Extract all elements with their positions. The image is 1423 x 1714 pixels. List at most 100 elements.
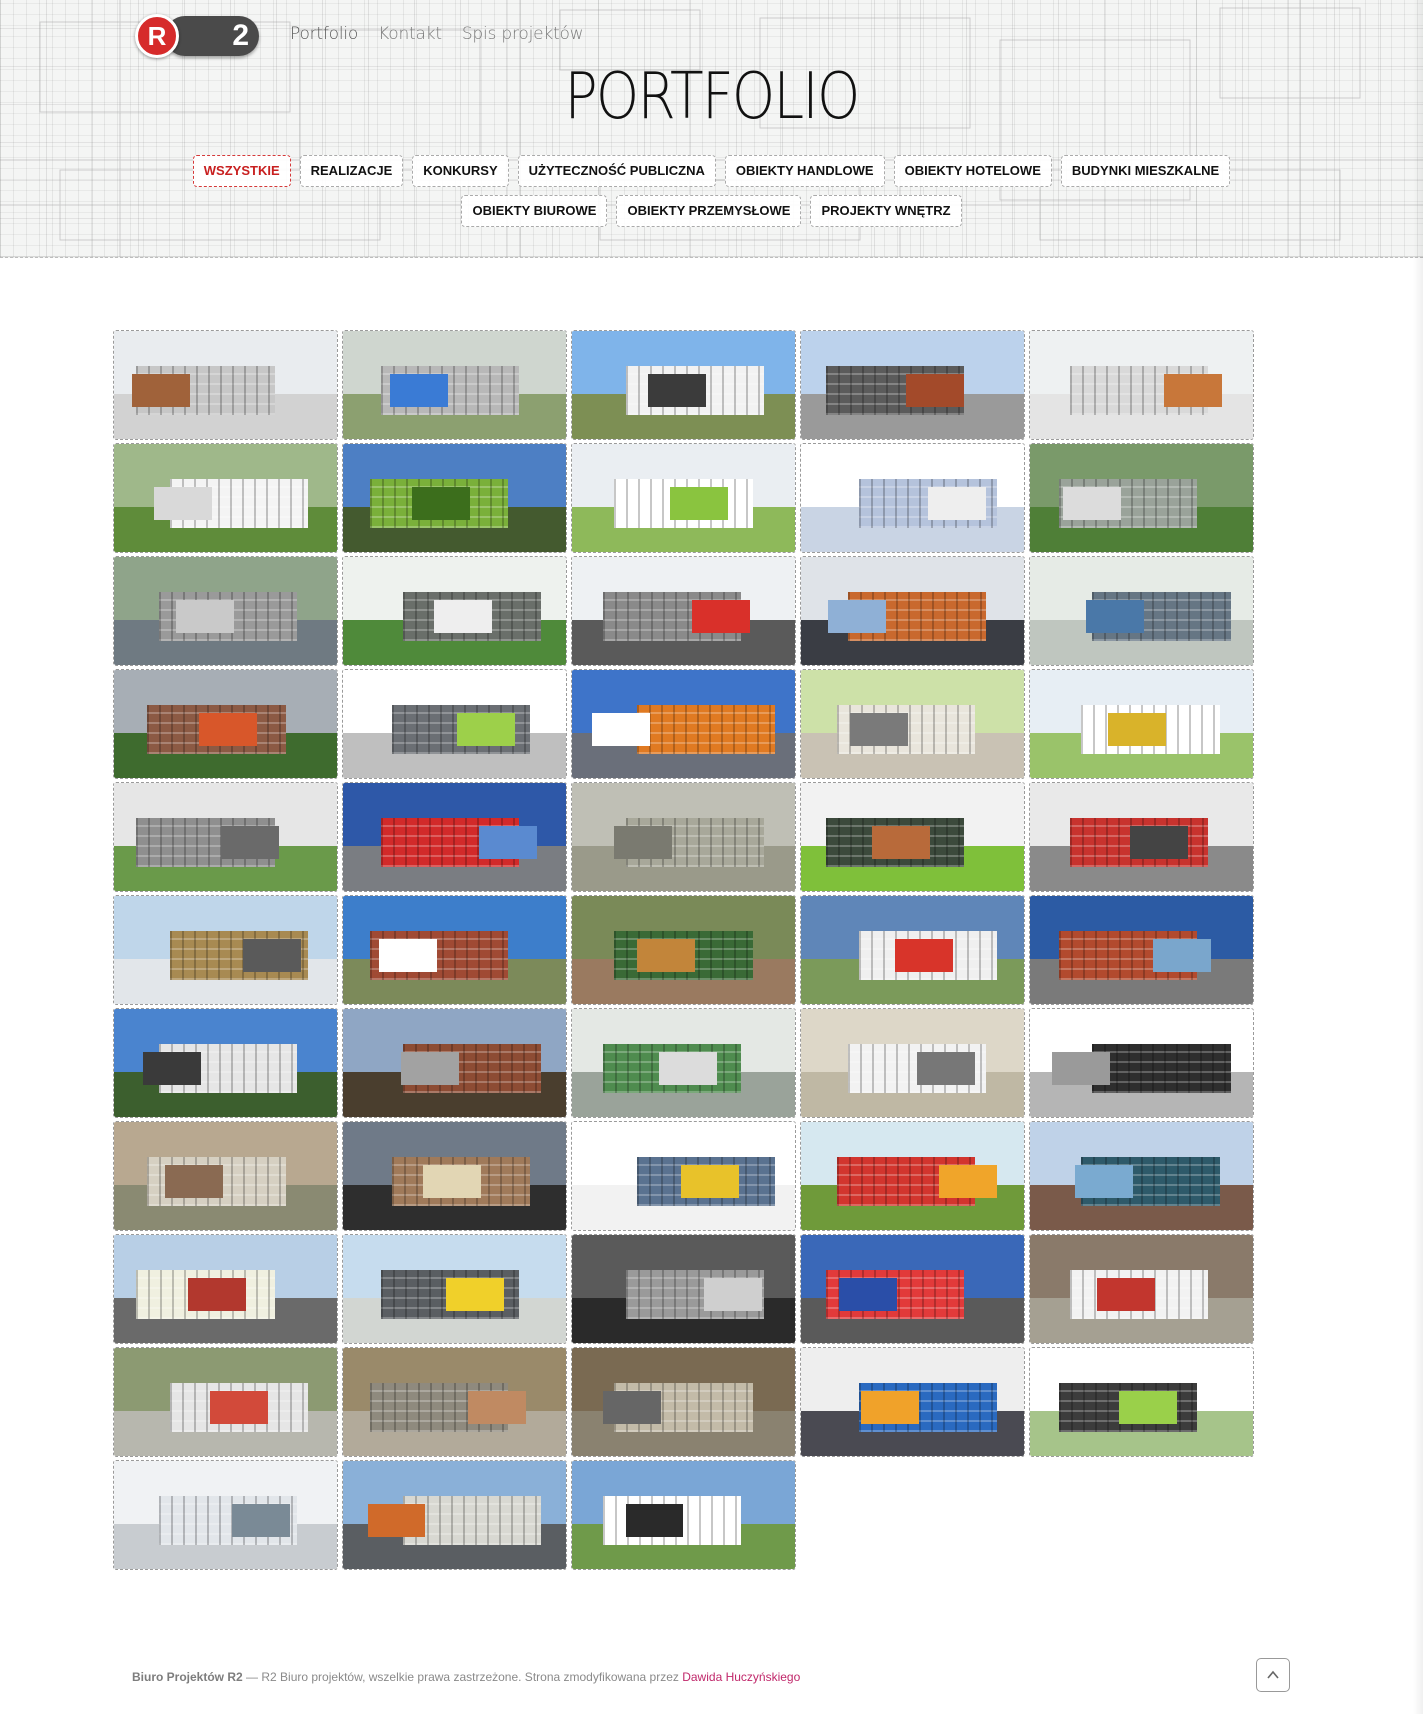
portfolio-thumbnail[interactable] [113, 1234, 338, 1344]
portfolio-thumbnail[interactable] [113, 1347, 338, 1457]
portfolio-thumbnail[interactable] [800, 1347, 1025, 1457]
thumbnail-accent [1108, 713, 1167, 746]
site-logo[interactable]: 2 R [135, 14, 259, 58]
filter-obiekty-biurowe[interactable]: OBIEKTY BIUROWE [461, 195, 608, 227]
thumbnail-accent [412, 487, 471, 520]
filter-wszystkie[interactable]: WSZYSTKIE [192, 155, 291, 187]
thumbnail-accent [592, 713, 651, 746]
filter-budynki-mieszkalne[interactable]: BUDYNKI MIESZKALNE [1060, 155, 1231, 187]
thumbnail-accent [894, 939, 953, 972]
portfolio-thumbnail[interactable] [113, 330, 338, 440]
thumbnail-accent [445, 1278, 504, 1311]
portfolio-thumbnail[interactable] [1029, 443, 1254, 553]
nav-link-spis-projektow[interactable]: Spis projektów [462, 24, 584, 44]
thumbnail-accent [176, 600, 235, 633]
filter-realizacje[interactable]: REALIZACJE [299, 155, 404, 187]
footer: Biuro Projektów R2 — R2 Biuro projektów,… [132, 1670, 800, 1684]
portfolio-thumbnail[interactable] [342, 669, 567, 779]
portfolio-thumbnail[interactable] [571, 1121, 796, 1231]
chevron-up-icon [1267, 1670, 1279, 1679]
portfolio-thumbnail[interactable] [113, 556, 338, 666]
portfolio-thumbnail[interactable] [571, 895, 796, 1005]
thumbnail-accent [423, 1165, 482, 1198]
portfolio-thumbnail[interactable] [342, 1460, 567, 1570]
filter-obiekty-przemyslowe[interactable]: OBIEKTY PRZEMYSŁOWE [616, 195, 802, 227]
portfolio-thumbnail[interactable] [342, 443, 567, 553]
portfolio-thumbnail[interactable] [1029, 1121, 1254, 1231]
portfolio-thumbnail[interactable] [342, 895, 567, 1005]
footer-copyright: R2 Biuro projektów, wszelkie prawa zastr… [261, 1670, 683, 1684]
category-filters: WSZYSTKIE REALIZACJE KONKURSY UŻYTECZNOŚ… [130, 155, 1293, 227]
portfolio-thumbnail[interactable] [571, 556, 796, 666]
thumbnail-accent [142, 1052, 201, 1085]
portfolio-thumbnail[interactable] [113, 1008, 338, 1118]
portfolio-thumbnail[interactable] [1029, 330, 1254, 440]
filter-konkursy[interactable]: KONKURSY [412, 155, 509, 187]
portfolio-thumbnail[interactable] [571, 1008, 796, 1118]
portfolio-thumbnail[interactable] [113, 1121, 338, 1231]
thumbnail-accent [603, 1391, 662, 1424]
nav-link-portfolio[interactable]: Portfolio [290, 24, 358, 44]
filter-projekty-wnetrz[interactable]: PROJEKTY WNĘTRZ [810, 195, 962, 227]
thumbnail-accent [187, 1278, 246, 1311]
portfolio-thumbnail[interactable] [571, 669, 796, 779]
portfolio-thumbnail[interactable] [571, 1234, 796, 1344]
portfolio-thumbnail[interactable] [342, 556, 567, 666]
portfolio-thumbnail[interactable] [113, 1460, 338, 1570]
thumbnail-accent [827, 600, 886, 633]
portfolio-thumbnail[interactable] [342, 330, 567, 440]
portfolio-thumbnail[interactable] [113, 443, 338, 553]
thumbnail-accent [861, 1391, 920, 1424]
portfolio-thumbnail[interactable] [800, 895, 1025, 1005]
portfolio-thumbnail[interactable] [571, 330, 796, 440]
thumbnail-accent [221, 826, 279, 859]
portfolio-thumbnail[interactable] [1029, 669, 1254, 779]
page-title: PORTFOLIO [564, 60, 860, 134]
thumbnail-building [636, 704, 776, 755]
portfolio-thumbnail[interactable] [800, 1008, 1025, 1118]
portfolio-thumbnail[interactable] [342, 1008, 567, 1118]
portfolio-thumbnail[interactable] [1029, 1008, 1254, 1118]
thumbnail-accent [1052, 1052, 1111, 1085]
portfolio-thumbnail[interactable] [1029, 556, 1254, 666]
portfolio-thumbnail[interactable] [800, 330, 1025, 440]
thumbnail-accent [232, 1504, 291, 1537]
portfolio-thumbnail[interactable] [571, 782, 796, 892]
portfolio-thumbnail[interactable] [342, 1234, 567, 1344]
thumbnail-accent [928, 487, 987, 520]
portfolio-thumbnail[interactable] [1029, 1234, 1254, 1344]
thumbnail-accent [1063, 487, 1122, 520]
thumbnail-accent [681, 1165, 740, 1198]
portfolio-thumbnail[interactable] [113, 669, 338, 779]
portfolio-thumbnail[interactable] [571, 443, 796, 553]
filter-obiekty-handlowe[interactable]: OBIEKTY HANDLOWE [724, 155, 885, 187]
footer-brand[interactable]: Biuro Projektów R2 [132, 1670, 243, 1684]
filter-obiekty-hotelowe[interactable]: OBIEKTY HOTELOWE [893, 155, 1052, 187]
portfolio-thumbnail[interactable] [342, 782, 567, 892]
nav-link-kontakt[interactable]: Kontakt [378, 24, 442, 44]
portfolio-thumbnail[interactable] [342, 1347, 567, 1457]
portfolio-thumbnail[interactable] [1029, 1347, 1254, 1457]
portfolio-thumbnail[interactable] [571, 1347, 796, 1457]
thumbnail-accent [916, 1052, 975, 1085]
portfolio-thumbnail[interactable] [800, 782, 1025, 892]
thumbnail-accent [1152, 939, 1211, 972]
portfolio-thumbnail[interactable] [800, 556, 1025, 666]
portfolio-thumbnail[interactable] [1029, 782, 1254, 892]
thumbnail-accent [1096, 1278, 1155, 1311]
portfolio-thumbnail[interactable] [800, 669, 1025, 779]
portfolio-thumbnail[interactable] [800, 1121, 1025, 1231]
portfolio-thumbnail[interactable] [1029, 895, 1254, 1005]
portfolio-thumbnail[interactable] [113, 782, 338, 892]
main-navigation: Portfolio Kontakt Spis projektów [290, 24, 584, 44]
portfolio-thumbnail[interactable] [342, 1121, 567, 1231]
thumbnail-accent [1163, 374, 1222, 407]
portfolio-thumbnail[interactable] [113, 895, 338, 1005]
thumbnail-accent [198, 713, 257, 746]
portfolio-thumbnail[interactable] [571, 1460, 796, 1570]
portfolio-thumbnail[interactable] [800, 443, 1025, 553]
footer-author-link[interactable]: Dawida Huczyńskiego [682, 1670, 800, 1684]
portfolio-thumbnail[interactable] [800, 1234, 1025, 1344]
back-to-top-button[interactable] [1256, 1658, 1290, 1692]
filter-uzytecznosc-publiczna[interactable]: UŻYTECZNOŚĆ PUBLICZNA [517, 155, 716, 187]
